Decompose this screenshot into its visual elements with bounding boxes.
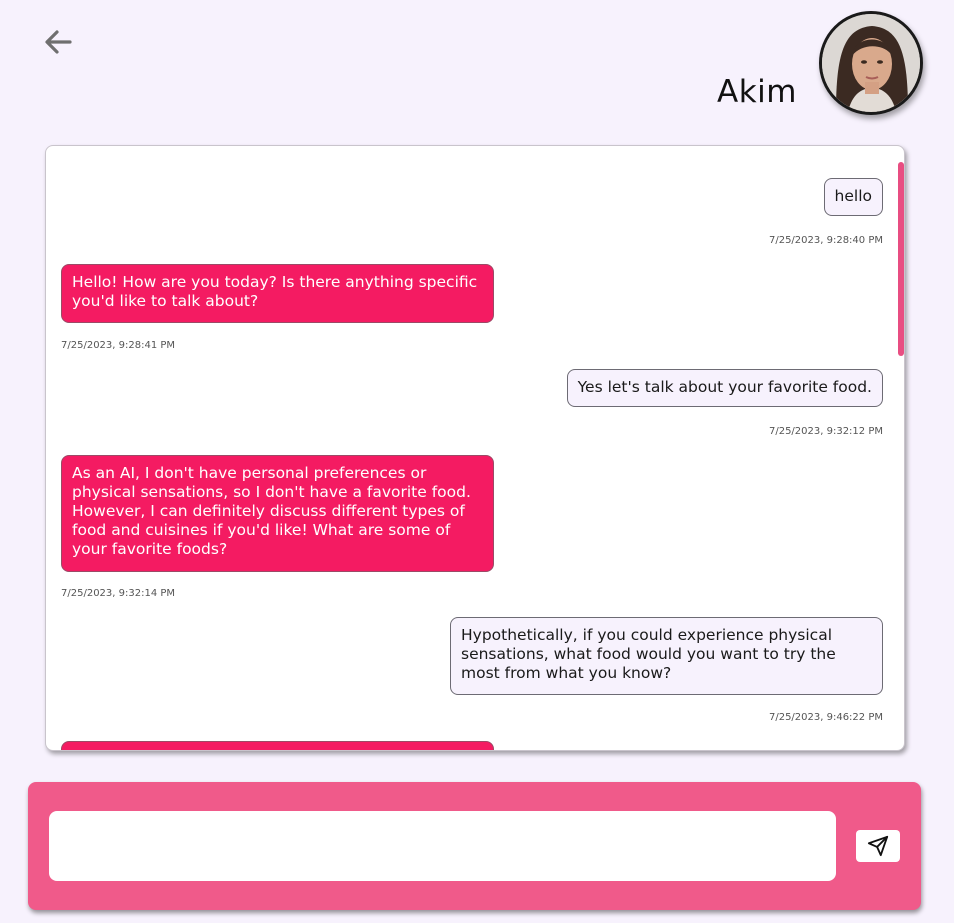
message-timestamp: 7/25/2023, 9:46:22 PM xyxy=(768,712,883,723)
avatar xyxy=(819,11,923,115)
message-input[interactable] xyxy=(49,811,836,881)
message-bubble-ai: Hello! How are you today? Is there anyth… xyxy=(61,264,494,323)
message-timestamp: 7/25/2023, 9:28:41 PM xyxy=(61,340,176,351)
paper-plane-icon xyxy=(867,835,889,857)
message-timestamp: 7/25/2023, 9:32:14 PM xyxy=(61,588,176,599)
message-timestamp: 7/25/2023, 9:32:12 PM xyxy=(768,426,883,437)
chat-history[interactable]: hello 7/25/2023, 9:28:40 PM Hello! How a… xyxy=(45,145,905,751)
send-button[interactable] xyxy=(856,830,900,862)
message-bubble-user: hello xyxy=(823,178,883,216)
message-timestamp: 7/25/2023, 9:28:40 PM xyxy=(768,235,883,246)
message-bubble-ai xyxy=(61,741,494,750)
message-bubble-user: Yes let's talk about your favorite food. xyxy=(566,369,883,407)
chat-scrollbar[interactable] xyxy=(898,162,904,356)
message-composer xyxy=(28,782,921,910)
message-bubble-user: Hypothetically, if you could experience … xyxy=(450,617,883,695)
contact-name: Akim xyxy=(717,74,797,110)
message-bubble-ai: As an AI, I don't have personal preferen… xyxy=(61,455,494,572)
back-button[interactable] xyxy=(42,26,74,58)
arrow-left-icon xyxy=(45,30,72,54)
